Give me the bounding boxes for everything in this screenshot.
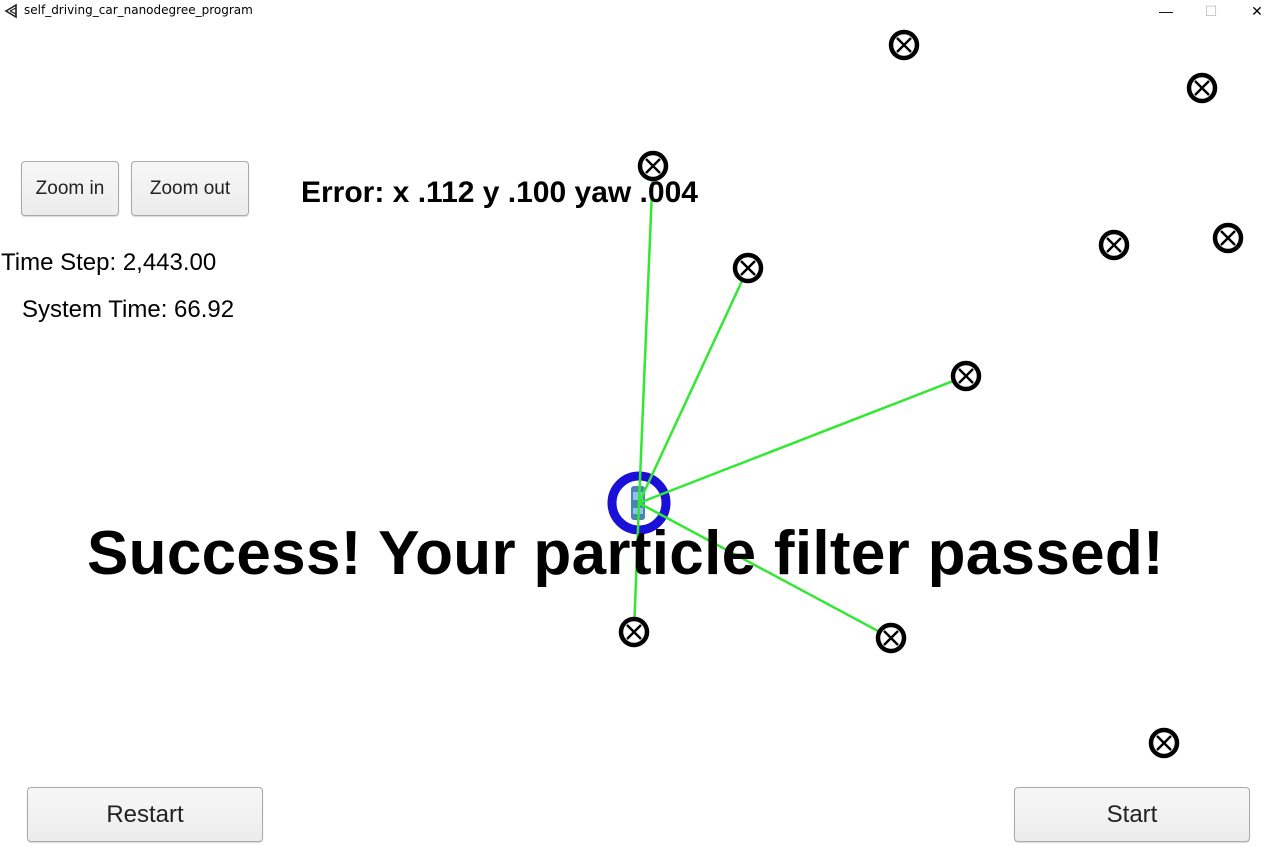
crossed-circle-icon (1189, 75, 1215, 101)
zoom-in-button[interactable]: Zoom in (21, 161, 119, 216)
landmarks (621, 32, 1241, 756)
time-step-readout: Time Step: 2,443.00 (1, 249, 217, 276)
error-readout: Error: x .112 y .100 yaw .004 (301, 176, 698, 209)
start-button[interactable]: Start (1014, 787, 1250, 842)
crossed-circle-icon (1101, 232, 1127, 258)
restart-button[interactable]: Restart (27, 787, 263, 842)
success-message: Success! Your particle filter passed! (87, 519, 1164, 588)
crossed-circle-icon (735, 255, 761, 281)
crossed-circle-icon (621, 619, 647, 645)
observation-line (637, 165, 655, 504)
crossed-circle-icon (878, 625, 904, 651)
crossed-circle-icon (1151, 730, 1177, 756)
system-time-readout: System Time: 66.92 (22, 296, 235, 323)
crossed-circle-icon (1215, 225, 1241, 251)
zoom-out-button[interactable]: Zoom out (131, 161, 249, 216)
crossed-circle-icon (953, 363, 979, 389)
crossed-circle-icon (891, 32, 917, 58)
simulation-canvas (607, 0, 1269, 859)
